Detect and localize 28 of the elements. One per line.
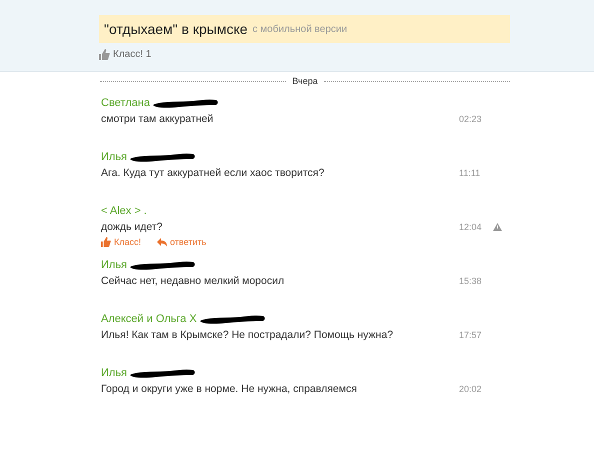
warning-icon[interactable] xyxy=(493,223,502,231)
likes-count[interactable]: Класс! 1 xyxy=(113,49,152,60)
comment-author[interactable]: Илья xyxy=(101,151,128,163)
comment-text: Сейчас нет, недавно мелкий моросил xyxy=(101,275,286,287)
topic-title: "отдыхаем" в крымске xyxy=(104,21,248,37)
day-divider-label: Вчера xyxy=(292,76,318,86)
topic-source: с мобильной версии xyxy=(252,24,348,34)
thumbs-up-icon xyxy=(99,49,110,60)
comment-time: 02:23 xyxy=(459,114,483,124)
comment-text: дождь идет? xyxy=(101,221,164,233)
comment-time: 17:57 xyxy=(459,330,483,340)
comment-text: Город и округи уже в норме. Не нужна, справляемся xyxy=(101,383,358,395)
comment-author[interactable]: < Alex > . xyxy=(101,205,147,217)
comment-author[interactable]: Алексей и Ольга Х xyxy=(101,313,197,325)
comment-text: Ага. Куда тут аккуратней если хаос творится? xyxy=(101,167,326,179)
comment-author[interactable]: Илья xyxy=(101,259,128,271)
like-link[interactable]: Класс! xyxy=(114,237,141,247)
comment-author[interactable]: Илья xyxy=(101,367,128,379)
comment-text: Илья! Как там в Крымске? Не пострадали? Помощь нужна? xyxy=(101,329,394,341)
comment-text: смотри там аккуратней xyxy=(101,113,214,125)
comment-time: 11:11 xyxy=(459,168,482,178)
reply-arrow-icon xyxy=(157,238,167,246)
comment-time: 12:04 xyxy=(459,222,483,232)
comment-time: 15:38 xyxy=(459,276,483,286)
reply-link[interactable]: ответить xyxy=(170,237,206,247)
comment-author[interactable]: Светлана xyxy=(101,97,150,109)
comment-time: 20:02 xyxy=(459,384,483,394)
thumbs-up-icon xyxy=(101,237,111,247)
